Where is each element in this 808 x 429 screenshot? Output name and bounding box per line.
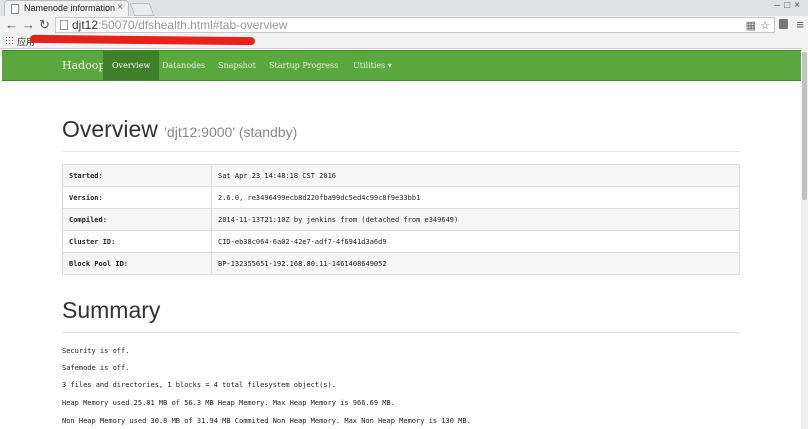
scrollbar-thumb[interactable] [802, 52, 807, 200]
table-row: Block Pool ID: BP-132355651-192.168.80.11… [62, 252, 740, 275]
top-navbar: Hadoop Overview Datanodes Snapshot Start… [2, 50, 801, 81]
document-icon [60, 20, 68, 30]
summary-line: Security is off. [62, 347, 130, 355]
new-tab-button[interactable] [129, 3, 155, 16]
nav-snapshot[interactable]: Snapshot [209, 51, 265, 80]
browser-tab[interactable]: Namenode information × [4, 0, 129, 16]
summary-line: Safemode is off. [62, 364, 130, 372]
table-row: Compiled: 2014-11-13T21:10Z by jenkins fr… [62, 208, 740, 231]
translate-icon[interactable]: ▦ [746, 19, 756, 32]
divider [62, 332, 740, 333]
download-icon[interactable] [779, 19, 788, 29]
bookmark-star-icon[interactable]: ☆ [760, 19, 770, 32]
url-text: djt12:50070/dfshealth.html#tab-overview [72, 18, 288, 32]
tab-title: Namenode information [24, 3, 116, 13]
reload-icon[interactable]: ↻ [39, 17, 50, 33]
nav-datanodes[interactable]: Datanodes [153, 51, 214, 80]
apps-icon[interactable] [5, 36, 14, 45]
summary-line: Non Heap Memory used 30.8 MB of 31.94 MB… [62, 417, 471, 425]
nav-startup-progress[interactable]: Startup Progress [260, 51, 347, 80]
nav-overview[interactable]: Overview [103, 51, 160, 80]
summary-heading: Summary [62, 297, 161, 323]
page-icon [11, 4, 19, 14]
menu-icon[interactable]: ≡ [796, 17, 804, 32]
summary-line: Heap Memory used 25.81 MB of 56.3 MB Hea… [62, 399, 395, 407]
divider [62, 151, 740, 152]
table-row: Started: Sat Apr 23 14:48:18 CST 2016 [62, 164, 740, 187]
overview-heading: Overview 'djt12:9000' (standby) [62, 116, 298, 142]
overview-subtitle: 'djt12:9000' (standby) [164, 124, 298, 140]
address-bar[interactable]: djt12:50070/dfshealth.html#tab-overview … [55, 17, 775, 33]
summary-line: 3 files and directories, 1 blocks = 4 to… [62, 381, 336, 389]
back-icon[interactable]: ← [5, 17, 18, 32]
forward-icon[interactable]: → [22, 17, 35, 32]
close-tab-icon[interactable]: × [117, 2, 123, 13]
table-row: Cluster ID: CID-eb38c064-6a02-42e7-adf7-4… [62, 230, 740, 253]
nav-utilities-dropdown[interactable]: Utilities ▾ [344, 51, 401, 80]
overview-table: Started: Sat Apr 23 14:48:18 CST 2016 Ver… [62, 164, 740, 275]
window-controls[interactable]: –□× [775, 0, 804, 11]
table-row: Version: 2.6.0, re3496499ecb8d220fba99dc5… [62, 186, 740, 209]
